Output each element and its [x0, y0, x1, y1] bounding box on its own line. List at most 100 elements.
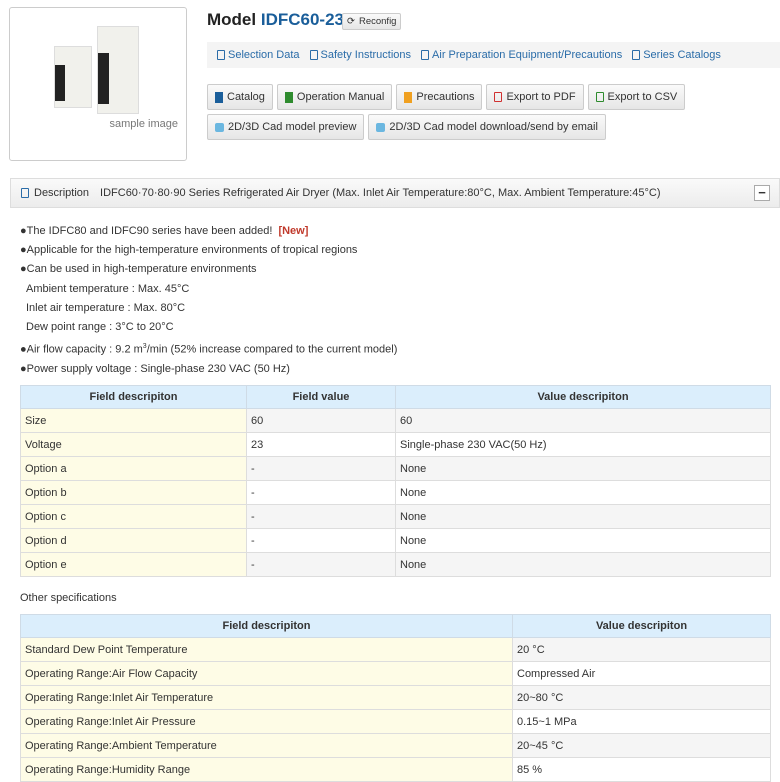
file-icon — [215, 91, 223, 103]
button-label: Precautions — [416, 91, 475, 103]
csv-icon — [595, 92, 604, 102]
description-label: Description — [34, 187, 90, 199]
image-caption: sample image — [109, 118, 178, 130]
desc-text: ●Air flow capacity : 9.2 m — [20, 343, 143, 356]
description-text: IDFC60·70·80·90 Series Refrigerated Air … — [100, 187, 661, 199]
column-header: Value descripiton — [512, 614, 771, 638]
document-links: Selection Data Safety Instructions Air P… — [207, 42, 780, 68]
table-row: Standard Dew Point Temperature 20 °C — [20, 637, 771, 662]
value-cell: None — [395, 456, 771, 481]
document-icon — [632, 50, 641, 60]
desc-text: /min (52% increase compared to the curre… — [146, 343, 398, 356]
link-series-catalogs[interactable]: Series Catalogs — [632, 49, 721, 61]
desc-line: Inlet air temperature : Max. 80°C — [26, 301, 186, 314]
precautions-button[interactable]: Precautions — [396, 84, 483, 110]
description-body: ●The IDFC80 and IDFC90 series have been … — [20, 222, 397, 379]
value-cell: - — [246, 528, 396, 553]
link-safety-instructions[interactable]: Safety Instructions — [309, 49, 412, 61]
value-cell: 0.15~1 MPa — [512, 709, 771, 734]
field-name-cell: Operating Range:Air Flow Capacity — [20, 661, 513, 686]
button-label: 2D/3D Cad model preview — [228, 121, 357, 133]
field-name-cell: Standard Dew Point Temperature — [20, 637, 513, 662]
dryer-large-illustration — [97, 26, 139, 114]
field-name-cell: Operating Range:Inlet Air Temperature — [20, 685, 513, 710]
pdf-icon — [494, 92, 503, 102]
value-cell: None — [395, 504, 771, 529]
button-label: Catalog — [227, 91, 265, 103]
configuration-table: Field descripiton Field value Value descri… — [20, 385, 771, 577]
link-air-preparation[interactable]: Air Preparation Equipment/Precautions — [421, 49, 622, 61]
desc-line: Dew point range : 3°C to 20°C — [26, 321, 174, 334]
table-row: Size 60 60 — [20, 408, 771, 433]
table-row: Operating Range:Ambient Temperature 20~45… — [20, 733, 771, 758]
field-name-cell: Option b — [20, 480, 247, 505]
button-label: Operation Manual — [296, 91, 385, 103]
table-header-row: Field descripiton Value descripiton — [20, 614, 771, 638]
value-cell: 20~45 °C — [512, 733, 771, 758]
dryer-small-illustration — [54, 46, 92, 108]
catalog-button[interactable]: Catalog — [207, 84, 273, 110]
value-cell: None — [395, 528, 771, 553]
file-icon — [284, 91, 293, 103]
value-cell: Single-phase 230 VAC(50 Hz) — [395, 432, 771, 457]
table-row: Option e - None — [20, 552, 771, 577]
link-selection-data[interactable]: Selection Data — [217, 49, 300, 61]
value-cell: Compressed Air — [512, 661, 771, 686]
cube-icon — [376, 122, 386, 132]
new-badge: [New] — [278, 225, 309, 237]
cad-download-button[interactable]: 2D/3D Cad model download/send by email — [368, 114, 606, 140]
table-row: Operating Range:Air Flow Capacity Compres… — [20, 661, 771, 686]
value-cell: - — [246, 552, 396, 577]
cad-preview-button[interactable]: 2D/3D Cad model preview — [207, 114, 365, 140]
other-specifications-title: Other specifications — [20, 592, 117, 604]
export-csv-button[interactable]: Export to CSV — [587, 84, 686, 110]
field-name-cell: Operating Range:Ambient Temperature — [20, 733, 513, 758]
desc-line: ●Power supply voltage : Single-phase 230… — [20, 363, 290, 376]
value-cell: 60 — [246, 408, 396, 433]
other-specifications-table: Field descripiton Value descripiton Standa… — [20, 614, 771, 782]
value-cell: 85 % — [512, 757, 771, 782]
product-image: sample image — [9, 7, 187, 161]
field-name-cell: Option a — [20, 456, 247, 481]
cube-icon — [215, 122, 224, 132]
button-label: Export to PDF — [506, 91, 576, 103]
field-name-cell: Option e — [20, 552, 247, 577]
column-header: Field descripiton — [20, 614, 513, 638]
link-label: Selection Data — [228, 49, 300, 61]
link-label: Safety Instructions — [320, 49, 412, 61]
field-name-cell: Operating Range:Humidity Range — [20, 757, 513, 782]
value-cell: 20 °C — [512, 637, 771, 662]
export-pdf-button[interactable]: Export to PDF — [486, 84, 584, 110]
table-row: Option c - None — [20, 504, 771, 529]
table-row: Operating Range:Humidity Range 85 % — [20, 757, 771, 782]
description-header: Description IDFC60·70·80·90 Series Refri… — [10, 178, 780, 208]
value-cell: 20~80 °C — [512, 685, 771, 710]
table-row: Voltage 23 Single-phase 230 VAC(50 Hz) — [20, 432, 771, 457]
page-title: Model IDFC60-23 — [207, 10, 344, 30]
collapse-button[interactable]: − — [754, 185, 770, 201]
value-cell: 60 — [395, 408, 771, 433]
table-header-row: Field descripiton Field value Value descri… — [20, 385, 771, 409]
table-row: Operating Range:Inlet Air Temperature 20~… — [20, 685, 771, 710]
value-cell: 23 — [246, 432, 396, 457]
desc-line: ●Air flow capacity : 9.2 m3/min (52% inc… — [20, 337, 397, 360]
reconfig-button[interactable]: ⟳ Reconfig — [342, 13, 402, 30]
desc-line: ●Applicable for the high-temperature env… — [20, 244, 358, 257]
title-prefix: Model — [207, 10, 257, 29]
value-cell: - — [246, 504, 396, 529]
value-cell: None — [395, 480, 771, 505]
link-label: Air Preparation Equipment/Precautions — [432, 49, 623, 61]
table-row: Option b - None — [20, 480, 771, 505]
desc-line: ●The IDFC80 and IDFC90 series have been … — [20, 225, 273, 237]
document-icon — [421, 50, 430, 60]
refresh-icon: ⟳ — [347, 16, 355, 27]
value-cell: - — [246, 480, 396, 505]
link-label: Series Catalogs — [643, 49, 721, 61]
field-name-cell: Operating Range:Inlet Air Pressure — [20, 709, 513, 734]
operation-manual-button[interactable]: Operation Manual — [276, 84, 393, 110]
field-name-cell: Voltage — [20, 432, 247, 457]
field-name-cell: Size — [20, 408, 247, 433]
document-icon — [217, 50, 225, 60]
table-row: Option d - None — [20, 528, 771, 553]
column-header: Field value — [246, 385, 396, 409]
